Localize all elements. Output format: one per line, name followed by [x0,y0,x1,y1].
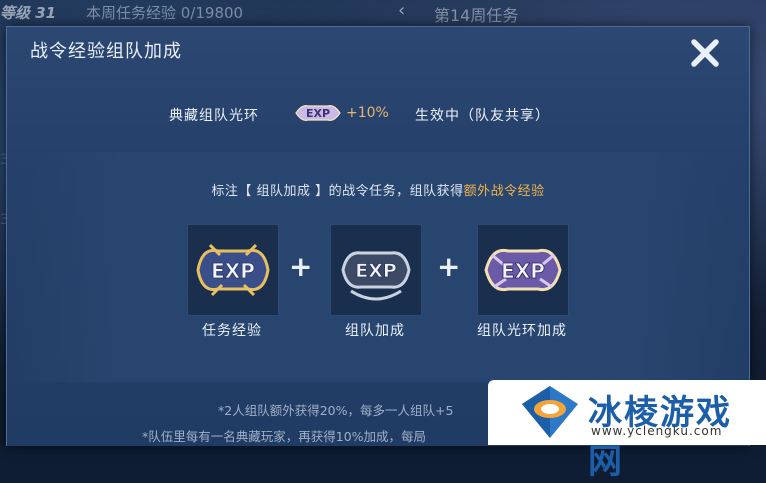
team-aura-row: 典藏组队光环 EXP +10% 生效中（队友共享） [7,95,749,131]
team-bonus-card: EXP [330,224,422,316]
team-aura-card: EXP [477,224,569,316]
background-top-bar: 等级 31 本周任务经验 0/19800 ‹ 第14周任务 [0,0,766,26]
aura-status: 生效中（队友共享） [415,108,550,124]
close-button[interactable] [685,33,725,73]
level-label: 等级 31 [0,4,57,22]
footnote-team-bonus: *2人组队额外获得20%，每多一人组队+5 [218,403,454,418]
exp-gold-icon: EXP [196,243,270,297]
aura-label: 典藏组队光环 [169,108,259,124]
watermark-logo-icon [522,386,578,438]
svg-text:EXP: EXP [501,259,545,283]
plus-sign: + [289,250,313,283]
description-highlight: 额外战令经验 [463,184,545,199]
card-label: 任务经验 [202,323,262,339]
bonus-description: 标注【 组队加成 】的战令任务，组队获得额外战令经验 [7,180,749,199]
bonus-info-panel: 标注【 组队加成 】的战令任务，组队获得额外战令经验 EXP + EXP + E… [7,152,749,382]
task-exp-card: EXP [187,224,279,316]
footnote-collector-bonus: *队伍里每有一名典藏玩家，再获得10%加成，每局 [142,429,427,444]
watermark-url: www.yclengku.com [591,424,723,438]
card-label: 组队光环加成 [477,323,567,339]
week-title: 第14周任务 [434,6,519,25]
prev-week-arrow-icon[interactable]: ‹ [398,0,405,21]
exp-silver-icon: EXP [341,251,411,301]
svg-text:EXP: EXP [211,259,255,283]
aura-bonus: +10% [346,105,389,121]
plus-sign: + [437,250,461,283]
exp-badge-icon: EXP [295,105,341,121]
svg-text:EXP: EXP [355,260,397,282]
svg-text:EXP: EXP [306,107,330,120]
card-label: 组队加成 [345,323,405,339]
exp-aura-icon: EXP [484,248,562,292]
weekly-exp-label: 本周任务经验 0/19800 [86,4,244,22]
description-text: 标注【 组队加成 】的战令任务，组队获得 [211,184,464,199]
close-icon [691,39,719,67]
dialog-title: 战令经验组队加成 [30,41,182,62]
